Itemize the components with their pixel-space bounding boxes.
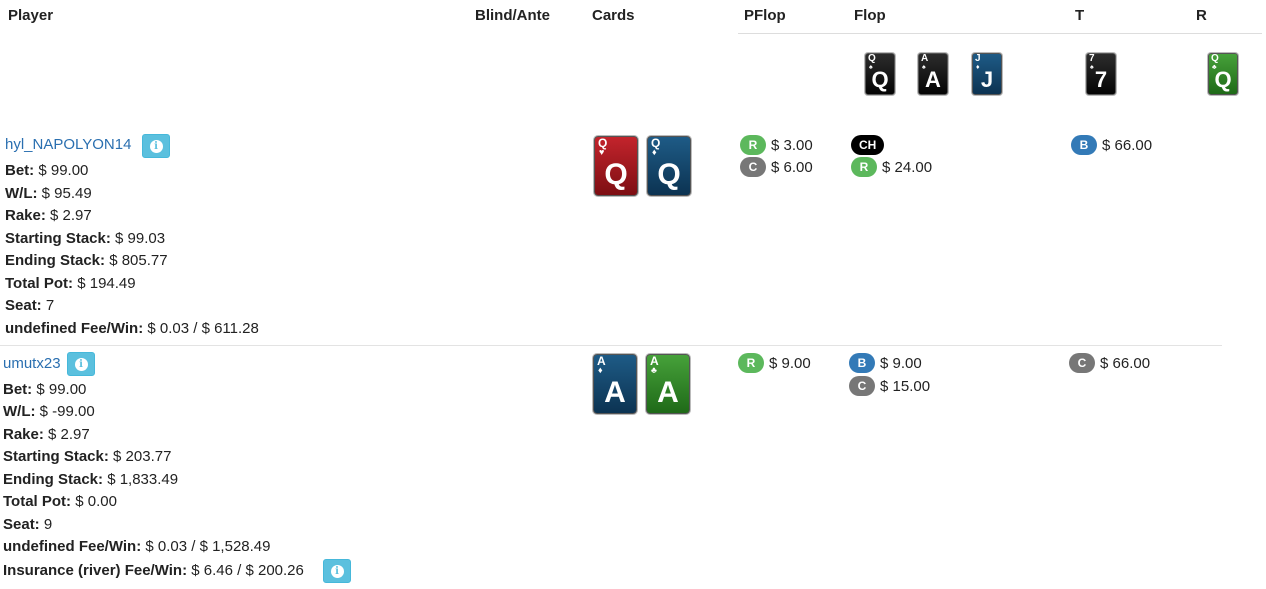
turn-action: B $ 66.00 [1071, 135, 1152, 155]
row-divider [0, 345, 1222, 346]
bet-badge: B [1071, 135, 1097, 155]
raise-badge: R [738, 353, 764, 373]
col-header-river: R [1196, 7, 1207, 24]
info-icon: i [149, 139, 163, 153]
stat-fee-win: undefined Fee/Win: $ 0.03 / $ 611.28 [5, 320, 259, 337]
raise-badge: R [740, 135, 766, 155]
call-badge: C [1069, 353, 1095, 373]
call-badge: C [849, 376, 875, 396]
col-header-preflop: PFlop [744, 7, 786, 24]
col-header-turn: T [1075, 7, 1085, 24]
stat-ending-stack: Ending Stack: $ 1,833.49 [3, 471, 179, 488]
header-divider [738, 33, 1262, 34]
player-info-button[interactable]: i [67, 352, 95, 376]
stat-rake: Rake: $ 2.97 [5, 207, 92, 224]
preflop-action: R $ 3.00 [740, 135, 813, 155]
flop-action: CH [851, 135, 889, 155]
col-header-cards: Cards [592, 7, 635, 24]
insurance-info-button[interactable]: i [323, 559, 351, 583]
stat-wl: W/L: $ 95.49 [5, 185, 92, 202]
col-header-player: Player [8, 7, 54, 24]
stat-fee-win: undefined Fee/Win: $ 0.03 / $ 1,528.49 [3, 538, 271, 555]
hole-card-2: A ♣ A [646, 354, 690, 414]
stat-total-pot: Total Pot: $ 0.00 [3, 493, 117, 510]
player-info-button[interactable]: i [142, 134, 170, 158]
board-card-flop-1: Q ♠ Q [865, 53, 895, 95]
col-header-blind-ante: Blind/Ante [475, 7, 550, 24]
info-icon: i [330, 564, 344, 578]
raise-badge: R [851, 157, 877, 177]
bet-badge: B [849, 353, 875, 373]
board-card-river: Q ♣ Q [1208, 53, 1238, 95]
hole-card-1: Q ♥ Q [594, 136, 638, 196]
stat-bet: Bet: $ 99.00 [5, 162, 89, 179]
stat-bet: Bet: $ 99.00 [3, 381, 87, 398]
hole-card-1: A ♦ A [593, 354, 637, 414]
stat-rake: Rake: $ 2.97 [3, 426, 90, 443]
info-icon: i [74, 357, 88, 371]
flop-action: B $ 9.00 [849, 353, 922, 373]
player-name-link[interactable]: umutx23 [3, 355, 61, 372]
stat-insurance-fee-win: Insurance (river) Fee/Win: $ 6.46 / $ 20… [3, 562, 304, 579]
board-card-flop-3: J ♦ J [972, 53, 1002, 95]
hole-card-2: Q ♦ Q [647, 136, 691, 196]
stat-seat: Seat: 9 [3, 516, 53, 533]
stat-ending-stack: Ending Stack: $ 805.77 [5, 252, 168, 269]
player-name-link[interactable]: hyl_NAPOLYON14 [5, 136, 131, 153]
stat-total-pot: Total Pot: $ 194.49 [5, 275, 136, 292]
flop-action: C $ 15.00 [849, 376, 930, 396]
flop-action: R $ 24.00 [851, 157, 932, 177]
preflop-action: R $ 9.00 [738, 353, 811, 373]
preflop-action: C $ 6.00 [740, 157, 813, 177]
stat-wl: W/L: $ -99.00 [3, 403, 95, 420]
call-badge: C [740, 157, 766, 177]
board-card-flop-2: A ♠ A [918, 53, 948, 95]
stat-seat: Seat: 7 [5, 297, 55, 314]
turn-action: C $ 66.00 [1069, 353, 1150, 373]
board-card-turn: 7 ♠ 7 [1086, 53, 1116, 95]
col-header-flop: Flop [854, 7, 886, 24]
check-badge: CH [851, 135, 885, 155]
stat-starting-stack: Starting Stack: $ 99.03 [5, 230, 166, 247]
stat-starting-stack: Starting Stack: $ 203.77 [3, 448, 172, 465]
